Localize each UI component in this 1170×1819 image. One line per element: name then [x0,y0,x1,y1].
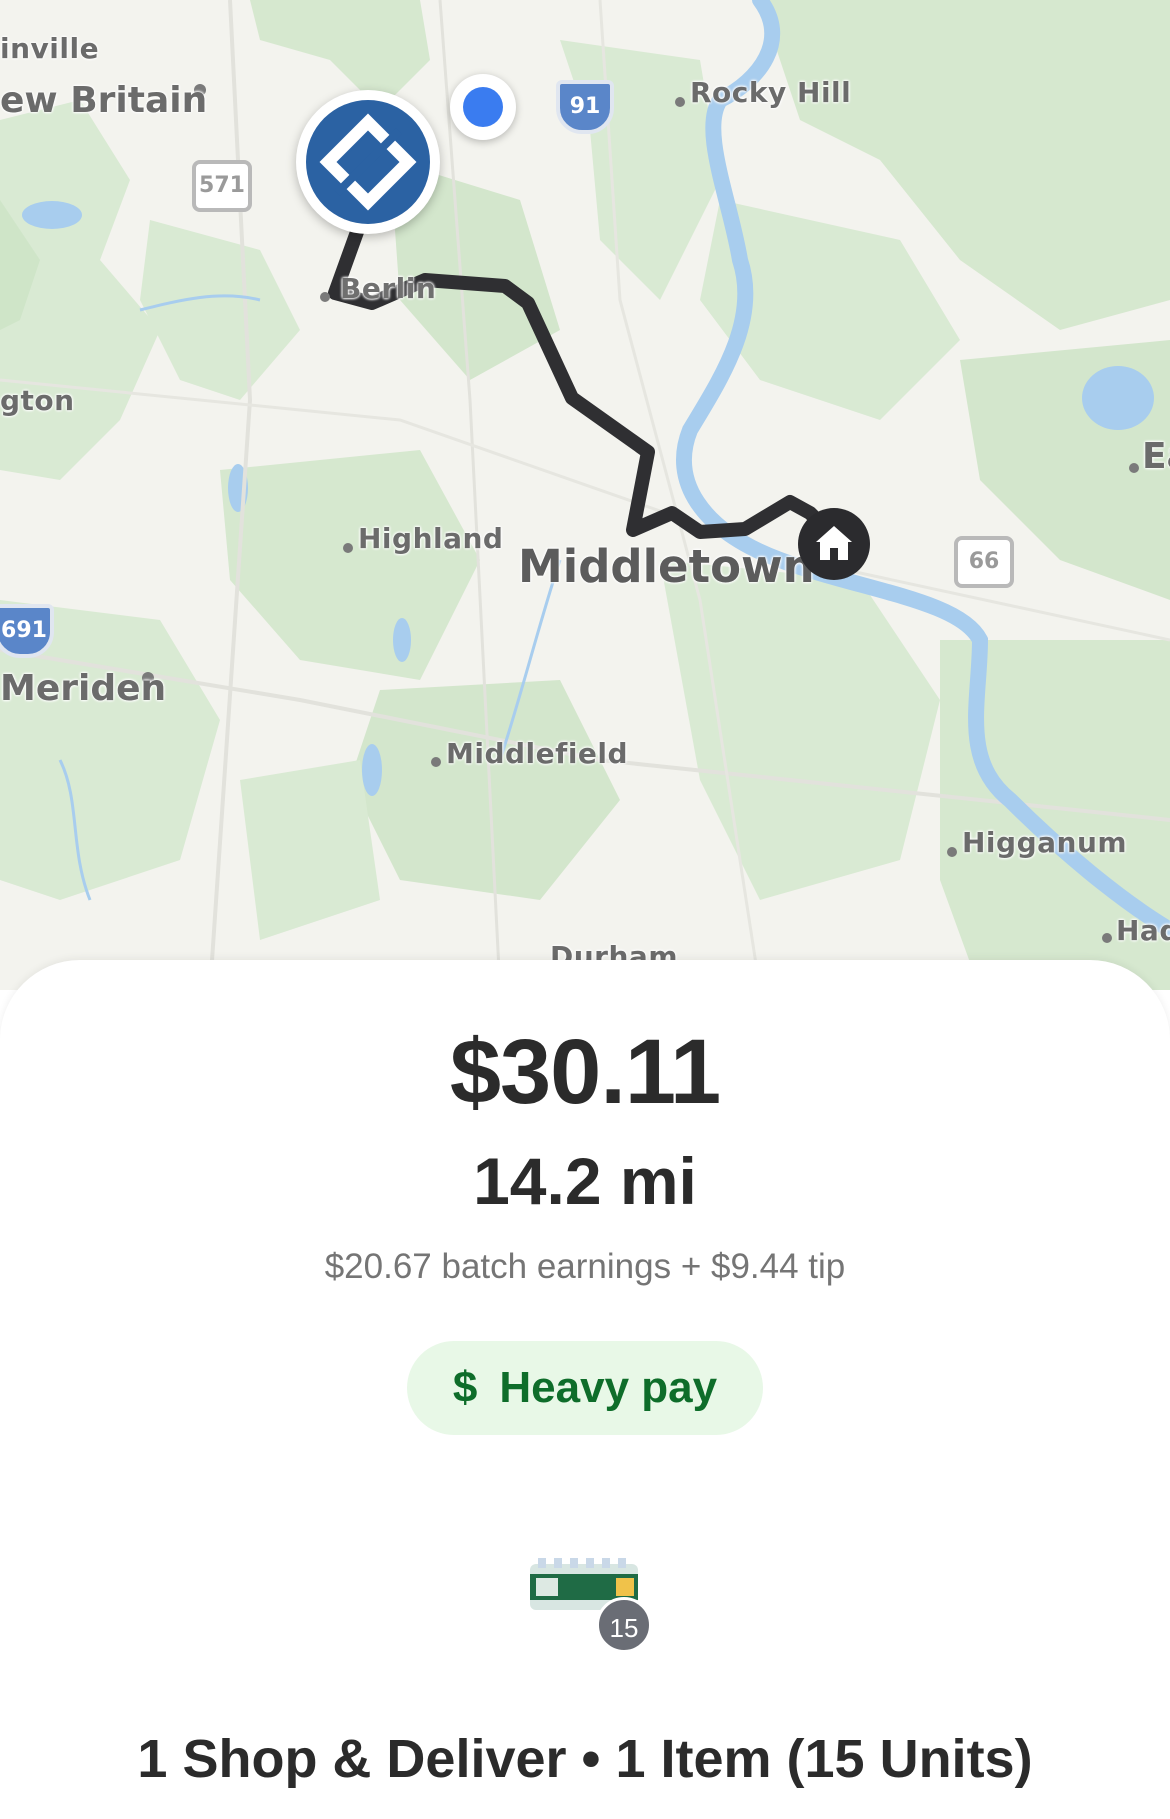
place-label-haddam: Had [1116,914,1170,947]
place-label-middletown: Middletown [518,540,815,593]
badge-label: Heavy pay [499,1363,718,1412]
interstate-91-shield: 91 [556,80,614,134]
place-label-berlin: Berlin [340,272,437,305]
place-label-meriden: Meriden [0,668,167,709]
place-label-rocky-hill: Rocky Hill [690,76,852,109]
store-pin-icon[interactable] [296,90,440,234]
place-label-ington: gton [0,384,75,417]
offer-sheet[interactable]: $30.11 14.2 mi $20.67 batch earnings + $… [0,960,1170,1819]
place-label-new-britain: ew Britain [0,80,208,121]
place-label-east: Ea [1142,436,1170,477]
home-icon[interactable] [798,508,870,580]
place-label-middlefield: Middlefield [446,737,629,770]
place-label-higganum: Higganum [962,826,1128,859]
total-pay: $30.11 [449,1021,721,1123]
order-summary: 1 Shop & Deliver • 1 Item (15 Units) [137,1729,1033,1789]
place-label-highland: Highland [358,522,504,555]
interstate-691-shield: 691 [0,604,54,658]
pay-breakdown: $20.67 batch earnings + $9.44 tip [324,1247,846,1286]
heavy-pay-badge: $ Heavy pay [407,1341,763,1435]
place-label-plainville: inville [0,32,100,65]
dollar-icon: $ [452,1363,478,1412]
item-count-badge: 15 [596,1597,652,1653]
route-571-shield: 571 [192,160,252,212]
route-66-shield: 66 [954,536,1014,588]
user-location-icon [450,74,516,140]
store-logo-icon [319,113,417,211]
trip-distance: 14.2 mi [473,1144,697,1218]
map[interactable]: inville ew Britain Rocky Hill Berlin gto… [0,0,1170,990]
